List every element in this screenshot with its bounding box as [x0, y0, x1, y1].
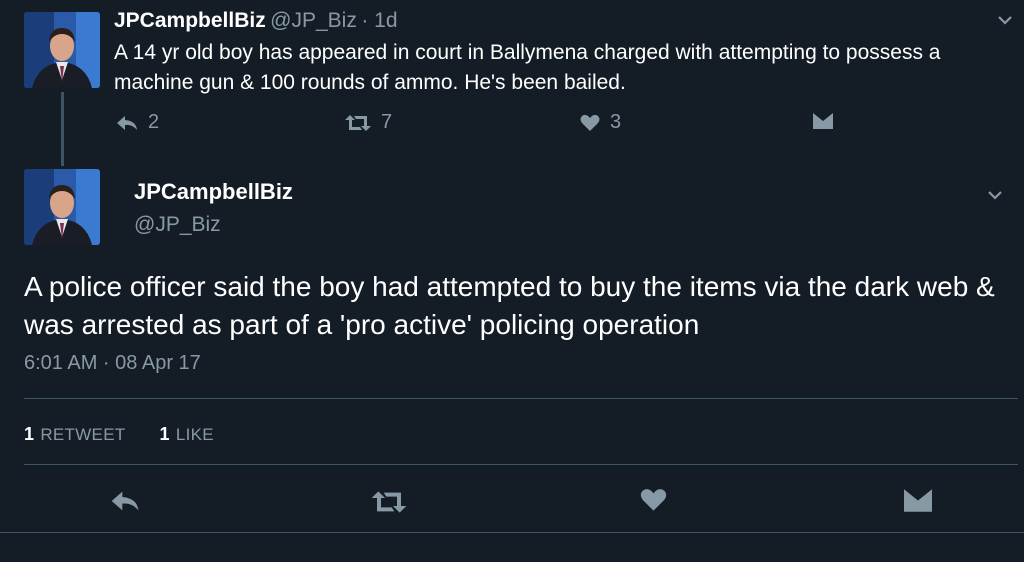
avatar[interactable]: [24, 169, 100, 245]
reply-button[interactable]: [110, 489, 140, 518]
heart-icon: [640, 489, 667, 511]
retweets-count: 1: [24, 424, 35, 444]
avatar-photo: [24, 12, 100, 88]
heart-icon: [580, 114, 600, 131]
avatar-photo: [24, 169, 100, 245]
reply-count: 2: [148, 111, 160, 133]
chevron-down-icon: [988, 191, 1002, 200]
reply-icon: [111, 491, 139, 511]
retweets-label: RETWEET: [40, 425, 126, 444]
tweet-age[interactable]: · 1d: [361, 9, 397, 32]
user-handle[interactable]: @JP_Biz: [134, 213, 221, 237]
envelope-icon: [904, 489, 932, 512]
chevron-down-icon: [998, 16, 1012, 25]
tweet-timestamp: 6:01 AM · 08 Apr 17: [24, 352, 201, 374]
tweet-text: A police officer said the boy had attemp…: [24, 271, 995, 340]
likes-count: 1: [159, 424, 170, 444]
retweet-button[interactable]: 7: [345, 111, 392, 134]
avatar[interactable]: [24, 12, 100, 88]
reply-button[interactable]: 2: [116, 111, 159, 134]
likes-label: LIKE: [175, 425, 214, 444]
divider: [0, 532, 1024, 533]
reply-icon: [117, 115, 137, 130]
like-button[interactable]: [640, 488, 667, 517]
display-name[interactable]: JPCampbellBiz: [114, 9, 266, 32]
likes-stat[interactable]: 1 LIKE: [160, 424, 214, 445]
display-name[interactable]: JPCampbellBiz: [134, 179, 293, 205]
direct-message-button[interactable]: [813, 113, 833, 129]
engagement-stats: 1 RETWEET 1 LIKE: [24, 424, 214, 445]
retweet-count: 7: [381, 111, 393, 133]
like-count: 3: [610, 111, 622, 133]
divider: [24, 464, 1018, 465]
retweets-stat[interactable]: 1 RETWEET: [24, 424, 126, 445]
direct-message-button[interactable]: [904, 489, 932, 517]
divider: [24, 398, 1018, 399]
user-handle[interactable]: @JP_Biz: [270, 9, 357, 32]
like-button[interactable]: 3: [580, 111, 621, 134]
retweet-icon: [371, 491, 407, 513]
tweet-menu-button[interactable]: [997, 13, 1013, 31]
retweet-icon: [345, 114, 371, 131]
tweet-menu-button[interactable]: [987, 188, 1003, 206]
tweet-text: A 14 yr old boy has appeared in court in…: [114, 41, 941, 94]
tweet-header: JPCampbellBiz @JP_Biz · 1d: [114, 9, 398, 33]
thread-connector: [61, 92, 64, 166]
retweet-button[interactable]: [371, 490, 407, 519]
envelope-icon: [813, 113, 833, 129]
